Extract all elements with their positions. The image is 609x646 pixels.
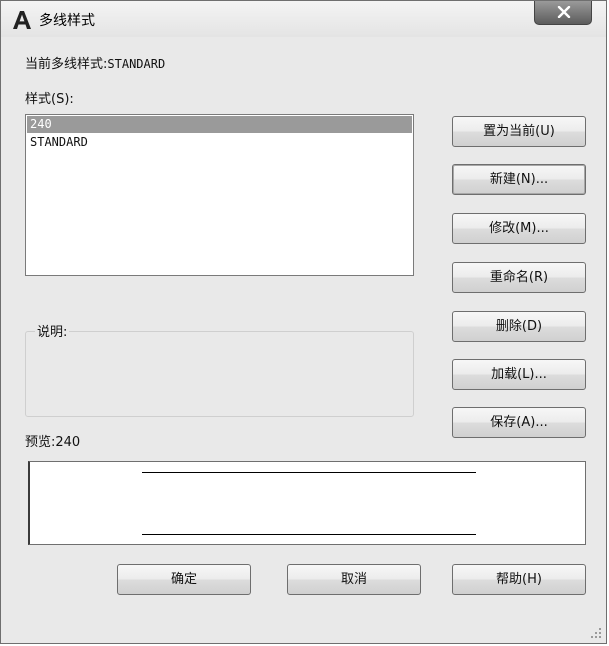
current-style-row: 当前多线样式:STANDARD: [25, 53, 165, 72]
multiline-style-dialog: 多线样式 当前多线样式:STANDARD 样式(S): 240 STANDARD…: [0, 0, 607, 644]
resize-grip-icon[interactable]: [590, 627, 602, 639]
list-item-240[interactable]: 240: [27, 116, 412, 133]
window-title: 多线样式: [39, 13, 95, 29]
list-item-standard[interactable]: STANDARD: [27, 134, 412, 151]
preview-row: 预览:240: [25, 431, 80, 450]
close-button[interactable]: [534, 1, 592, 25]
description-box: [25, 331, 414, 417]
load-button[interactable]: 加载(L)...: [452, 359, 586, 390]
styles-list-label: 样式(S):: [25, 92, 74, 107]
preview-line-bottom: [142, 534, 476, 535]
rename-button[interactable]: 重命名(R): [452, 262, 586, 293]
ok-button[interactable]: 确定: [117, 564, 251, 595]
description-label: 说明:: [35, 321, 70, 340]
preview-line-top: [142, 472, 476, 473]
preview-style-name: 240: [55, 435, 81, 450]
preview-box: [28, 461, 586, 545]
title-bar[interactable]: 多线样式: [1, 1, 606, 37]
save-button[interactable]: 保存(A)...: [452, 407, 586, 438]
current-style-label: 当前多线样式:: [25, 57, 108, 72]
styles-listbox[interactable]: 240 STANDARD: [25, 114, 414, 276]
new-button[interactable]: 新建(N)...: [452, 164, 586, 195]
modify-button[interactable]: 修改(M)...: [452, 213, 586, 244]
help-button[interactable]: 帮助(H): [452, 564, 586, 595]
cancel-button[interactable]: 取消: [287, 564, 421, 595]
preview-label: 预览:: [25, 435, 56, 450]
autocad-a-icon: [11, 9, 33, 31]
current-style-value: STANDARD: [107, 57, 166, 71]
set-current-button[interactable]: 置为当前(U): [452, 116, 586, 147]
delete-button[interactable]: 删除(D): [452, 311, 586, 342]
